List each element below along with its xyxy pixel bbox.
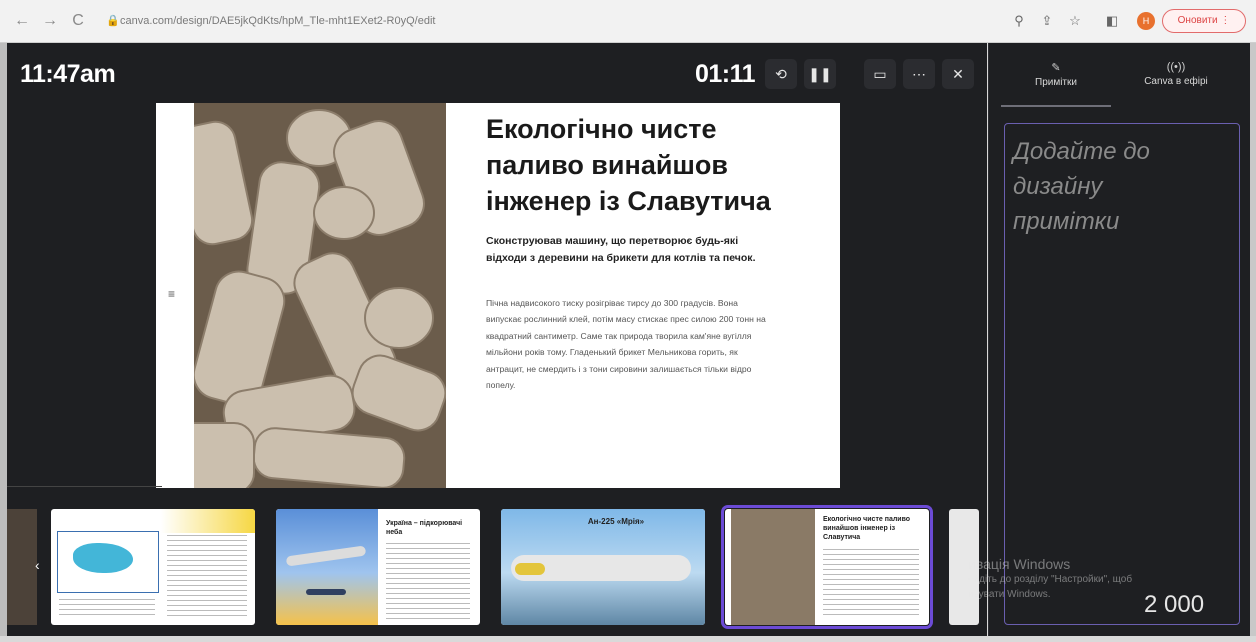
mriya-nose bbox=[515, 563, 545, 575]
active-tab-indicator bbox=[1001, 105, 1111, 107]
thumbnail-3-title: Ан-225 «Мрія» bbox=[587, 517, 645, 526]
watermark-line1: ивація Windows bbox=[968, 556, 1071, 572]
chevron-left-icon[interactable]: ‹ bbox=[35, 557, 40, 573]
url-text: canva.com/design/DAE5jkQdKts/hpM_Tle-mht… bbox=[120, 15, 436, 27]
windows-watermark: ивація Windows ейдіть до розділу "Настро… bbox=[968, 556, 1132, 602]
divider bbox=[7, 486, 162, 487]
back-icon[interactable]: ← bbox=[12, 11, 32, 31]
thumb-text-lines bbox=[59, 599, 155, 619]
notes-icon: ✎ bbox=[1051, 62, 1061, 74]
thumbnail-prev-partial[interactable] bbox=[7, 509, 37, 625]
reload-icon[interactable]: C bbox=[68, 11, 88, 31]
pause-button[interactable]: ❚❚ bbox=[804, 59, 836, 89]
address-bar[interactable]: 🔒canva.com/design/DAE5jkQdKts/hpM_Tle-mh… bbox=[106, 8, 996, 34]
tab-notes-label: Примітки bbox=[1035, 77, 1077, 88]
pause-icon: ❚❚ bbox=[808, 66, 832, 82]
notes-input[interactable]: Додайте до дизайну примітки bbox=[1004, 123, 1240, 625]
drag-handle-icon[interactable]: ≡ bbox=[168, 287, 175, 301]
tab-live-label: Canva в ефірі bbox=[1144, 76, 1208, 87]
thumb-yellow-band bbox=[161, 509, 255, 533]
thumb-text-lines bbox=[386, 543, 470, 619]
ukraine-map bbox=[73, 543, 133, 573]
notes-panel: ✎ Примітки ((•)) Canva в ефірі Додайте д… bbox=[988, 43, 1250, 636]
star-icon[interactable]: ☆ bbox=[1066, 12, 1084, 30]
close-button[interactable]: ✕ bbox=[942, 59, 974, 89]
close-icon: ✕ bbox=[952, 66, 964, 82]
thumbnail-4-title: Екологічно чисте паливо винайшов інженер… bbox=[823, 516, 911, 541]
update-button-label: Оновити bbox=[1177, 15, 1218, 26]
search-icon[interactable]: ⚲ bbox=[1010, 12, 1028, 30]
update-button[interactable]: Оновити ⋮ bbox=[1162, 9, 1246, 33]
tab-canva-live[interactable]: ((•)) Canva в ефірі bbox=[1121, 61, 1231, 87]
plane-small-shape bbox=[306, 589, 346, 595]
slide-body: Пічна надвисокого тиску розігріває тирсу… bbox=[486, 298, 766, 391]
reset-icon: ⟲ bbox=[775, 66, 787, 82]
presenter-view: 11:47am 01:11 ⟲ ❚❚ ▭ ⋯ ✕ ≡ Екологічно чи… bbox=[7, 43, 987, 636]
sidepanel-icon[interactable]: ◧ bbox=[1103, 12, 1121, 30]
briquettes-photo bbox=[194, 103, 446, 488]
thumbnail-2[interactable]: Україна – підкорювачі неба bbox=[276, 509, 480, 625]
notes-placeholder: Додайте до дизайну примітки bbox=[1013, 138, 1150, 235]
forward-icon[interactable]: → bbox=[40, 11, 60, 31]
slide-subtitle: Сконструював машину, що перетворює будь-… bbox=[486, 235, 756, 264]
thumbnail-2-title: Україна – підкорювачі неба bbox=[386, 520, 463, 536]
share-icon[interactable]: ⇪ bbox=[1038, 12, 1056, 30]
screen-icon: ▭ bbox=[873, 66, 887, 82]
tab-notes[interactable]: ✎ Примітки bbox=[1001, 61, 1111, 88]
watermark-line2: ейдіть до розділу "Настройки", щоб bbox=[968, 574, 1133, 585]
more-icon: ⋯ bbox=[912, 66, 926, 82]
thumb-text-lines bbox=[823, 549, 919, 619]
thumbnail-4[interactable]: Екологічно чисте паливо винайшов інженер… bbox=[721, 505, 933, 629]
slide-thumbnails: ‹ Україна – підкорювачі неба Ан-225 «Мрі… bbox=[7, 503, 987, 636]
briquettes-image bbox=[194, 103, 446, 488]
screen-button[interactable]: ▭ bbox=[864, 59, 896, 89]
briquettes-thumb-photo bbox=[731, 509, 815, 625]
lock-icon: 🔒 bbox=[106, 15, 120, 27]
current-slide: ≡ Екологічно чисте паливо винайшов інжен… bbox=[156, 103, 840, 488]
timer: 01:11 bbox=[695, 60, 756, 88]
thumbnail-1[interactable] bbox=[51, 509, 255, 625]
live-icon: ((•)) bbox=[1166, 61, 1186, 73]
slide-title: Екологічно чисте паливо винайшов інженер… bbox=[486, 114, 771, 216]
reset-timer-button[interactable]: ⟲ bbox=[765, 59, 797, 89]
thumb-text-lines bbox=[167, 535, 247, 617]
watermark-line3: ивувати Windows. bbox=[968, 589, 1051, 600]
left-edge bbox=[0, 43, 7, 636]
thumbnail-3[interactable]: Ан-225 «Мрія» bbox=[501, 509, 705, 625]
clock: 11:47am bbox=[20, 60, 116, 88]
plane-photo bbox=[276, 509, 378, 625]
avatar[interactable]: H bbox=[1137, 12, 1155, 30]
char-count: 2 000 bbox=[1144, 591, 1205, 618]
more-button[interactable]: ⋯ bbox=[903, 59, 935, 89]
browser-toolbar: ← → C 🔒canva.com/design/DAE5jkQdKts/hpM_… bbox=[0, 0, 1256, 43]
right-edge bbox=[1249, 43, 1256, 636]
